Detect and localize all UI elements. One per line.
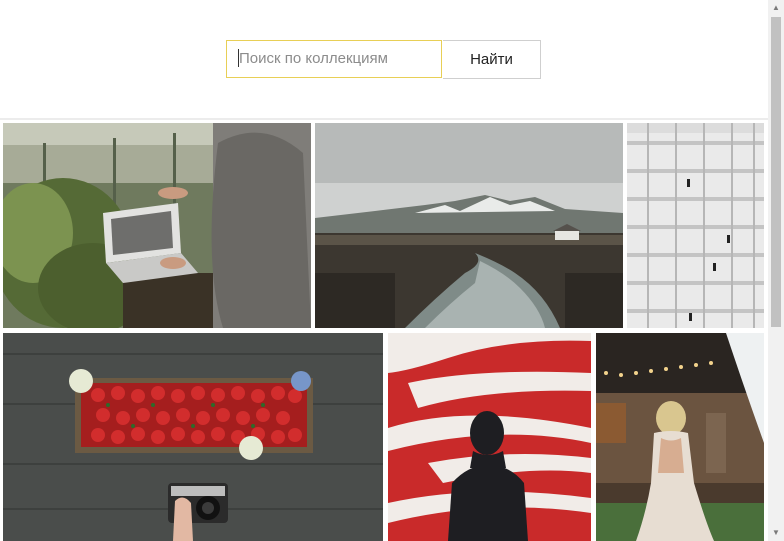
search-input[interactable]: Поиск по коллекциям: [226, 40, 442, 78]
header-divider: [0, 118, 768, 120]
scrollbar-thumb[interactable]: [771, 17, 781, 327]
text-caret: [238, 49, 239, 68]
gallery-item-building[interactable]: [627, 123, 764, 328]
gallery-item-bride[interactable]: [596, 333, 764, 541]
river-photo: [315, 123, 623, 328]
strawberries-photo: [3, 333, 383, 541]
gallery-item-river[interactable]: [315, 123, 623, 328]
gallery-item-silhouette[interactable]: [388, 333, 591, 541]
gallery-item-laptop[interactable]: [3, 123, 311, 328]
gallery-item-strawberries[interactable]: [3, 333, 383, 541]
silhouette-photo: [388, 333, 591, 541]
scroll-up-arrow-icon[interactable]: ▲: [768, 0, 784, 16]
laptop-photo: [3, 123, 311, 328]
bride-photo: [596, 333, 764, 541]
search-placeholder: Поиск по коллекциям: [239, 50, 388, 67]
scroll-down-arrow-icon[interactable]: ▼: [768, 525, 784, 541]
search-button[interactable]: Найти: [443, 40, 541, 79]
vertical-scrollbar[interactable]: ▲ ▼: [768, 0, 784, 541]
search-header: Поиск по коллекциям Найти: [0, 0, 768, 118]
building-photo: [627, 123, 764, 328]
